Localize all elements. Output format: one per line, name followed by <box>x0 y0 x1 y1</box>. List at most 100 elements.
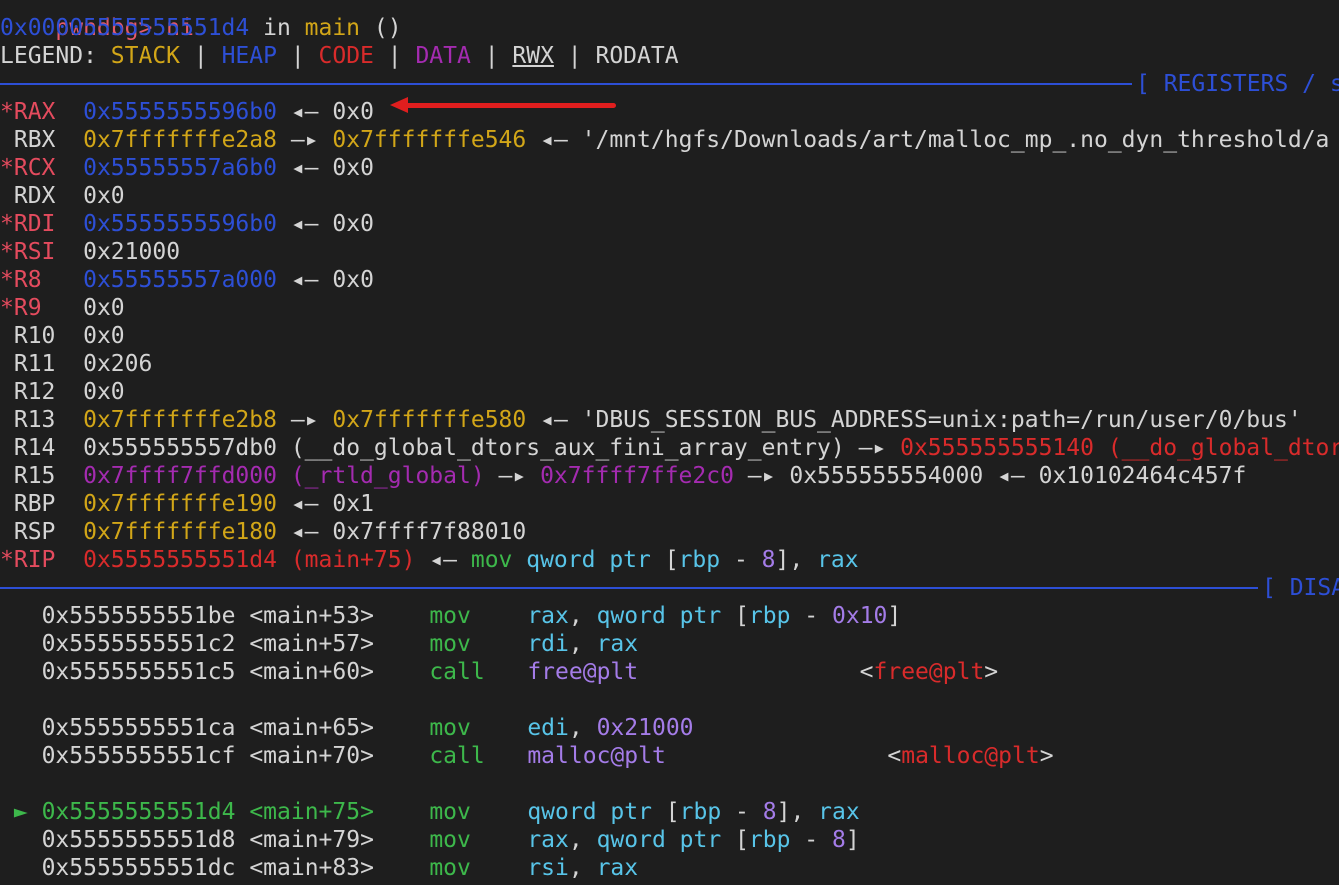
legend-heap: HEAP <box>221 43 277 69</box>
disasm-marker <box>14 855 28 881</box>
disasm-operand: [ <box>651 799 680 825</box>
register-name: R8 <box>13 267 56 293</box>
disasm-gap <box>374 659 429 685</box>
disasm-operand: malloc@plt <box>901 743 1040 769</box>
disasm-row: 0x5555555551c2 <main+57> mov rdi, rax <box>0 630 1339 658</box>
disasm-operand: , <box>568 855 597 881</box>
disasm-symbol: <main+70> <box>249 743 374 769</box>
disasm-blank-line <box>0 686 1339 714</box>
disasm-symbol: <main+79> <box>249 827 374 853</box>
register-row: R12 0x0 <box>0 378 1339 406</box>
register-row: RBX 0x7fffffffe2a8 —▸ 0x7fffffffe546 ◂— … <box>0 126 1339 154</box>
disasm-operand: - <box>790 827 832 853</box>
legend-pipe: | <box>180 43 222 69</box>
register-value: 0x7fffffffe546 <box>332 127 527 153</box>
register-name: R15 <box>13 463 56 489</box>
register-changed-marker <box>0 323 14 349</box>
disasm-operand: rax <box>596 631 639 657</box>
disasm-row: 0x5555555551be <main+53> mov rax, qword p… <box>0 602 1339 630</box>
disasm-address: 0x5555555551cf <box>41 743 236 769</box>
registers-header: [ REGISTERS / s <box>1132 70 1339 98</box>
disasm-operand: , <box>568 603 597 629</box>
register-name: R10 <box>13 323 56 349</box>
disasm-marker <box>14 827 28 853</box>
disasm-gap <box>28 855 42 881</box>
prompt-line: pwndbg> ni <box>0 0 1339 41</box>
register-value: —▸ <box>484 463 541 489</box>
register-value: 0x5555555596b0 <box>83 211 277 237</box>
legend-pipe: | <box>373 43 416 69</box>
location-parens: () <box>360 15 402 41</box>
legend-rodata: RODATA <box>595 43 679 69</box>
register-value: 8 <box>761 547 776 573</box>
register-name: RCX <box>13 155 56 181</box>
register-gap <box>55 295 83 321</box>
register-value: 0x0 <box>83 295 125 321</box>
disasm-gap <box>374 743 429 769</box>
register-value: qword ptr <box>512 547 665 573</box>
register-value: 0x0 <box>83 323 125 349</box>
disasm-marker <box>14 603 28 629</box>
disasm-gap <box>28 631 42 657</box>
disasm-operand: rbp <box>679 799 722 825</box>
disasm-gap <box>374 603 429 629</box>
register-value: ◂— '/mnt/hgfs/Downloads/art/malloc_mp_.n… <box>526 127 1330 153</box>
disasm-symbol: <main+65> <box>249 715 374 741</box>
disasm-mnemonic: mov <box>429 855 471 881</box>
register-gap <box>55 491 83 517</box>
register-name: RIP <box>13 547 56 573</box>
register-row: *R8 0x55555557a000 ◂— 0x0 <box>0 266 1339 294</box>
register-gap <box>55 547 83 573</box>
disasm-operand: , <box>568 631 597 657</box>
register-row: R14 0x555555557db0 (__do_global_dtors_au… <box>0 434 1339 462</box>
register-value: 0x7fffffffe180 <box>83 519 277 545</box>
triangle-right-icon: ► <box>13 799 28 825</box>
register-name: RAX <box>13 99 56 125</box>
register-row: *RAX 0x5555555596b0 ◂— 0x0 <box>0 98 1339 126</box>
register-value: 0x7ffff7ffd000 (_rtld_global) <box>83 463 485 489</box>
legend-pipe: | <box>470 43 513 69</box>
register-changed-marker <box>0 519 14 545</box>
legend-stack: STACK <box>110 43 181 69</box>
registers-panel: *RAX 0x5555555596b0 ◂— 0x0 RBX 0x7ffffff… <box>0 98 1339 574</box>
register-value: —▸ <box>844 435 901 461</box>
register-value: 0x5555555596b0 <box>83 99 277 125</box>
disasm-indent <box>0 715 14 741</box>
register-value: 0x55555557a000 <box>83 267 277 293</box>
register-name: R14 <box>13 435 56 461</box>
disasm-gap <box>28 799 42 825</box>
disasm-separator: [ DISA <box>0 574 1339 602</box>
register-changed-marker: * <box>0 239 14 265</box>
disasm-address: 0x5555555551c5 <box>41 659 236 685</box>
disasm-operand: [ <box>721 603 749 629</box>
arrow-head <box>390 97 408 113</box>
register-value: ◂— <box>276 519 333 545</box>
register-value: ], <box>775 547 818 573</box>
disasm-operand: free@plt <box>527 659 639 685</box>
disasm-gap <box>28 827 42 853</box>
disasm-marker <box>14 659 28 685</box>
register-gap <box>55 211 83 237</box>
disasm-operand: > <box>984 659 999 685</box>
disasm-mnemonic: call <box>429 659 485 685</box>
register-gap <box>55 127 83 153</box>
disasm-operand: rax <box>818 799 860 825</box>
register-row: *RIP 0x5555555551d4 (main+75) ◂— mov qwo… <box>0 546 1339 574</box>
disasm-symbol: <main+60> <box>249 659 374 685</box>
disasm-gap <box>235 603 249 629</box>
legend-data: DATA <box>415 43 471 69</box>
disasm-operand: edi <box>527 715 569 741</box>
disasm-gap <box>235 631 249 657</box>
disasm-operand: rsi <box>527 855 569 881</box>
red-arrow-icon <box>390 97 616 113</box>
disasm-indent <box>0 603 14 629</box>
disasm-mnemonic: call <box>429 743 485 769</box>
register-changed-marker: * <box>0 547 14 573</box>
register-value: 0x1 <box>332 491 374 517</box>
disasm-indent <box>0 743 14 769</box>
separator-rule <box>0 587 1339 589</box>
register-value: 0x7fffffffe2b8 <box>83 407 277 433</box>
register-row: RBP 0x7fffffffe190 ◂— 0x1 <box>0 490 1339 518</box>
register-value: —▸ <box>276 407 333 433</box>
disasm-gap <box>235 855 249 881</box>
